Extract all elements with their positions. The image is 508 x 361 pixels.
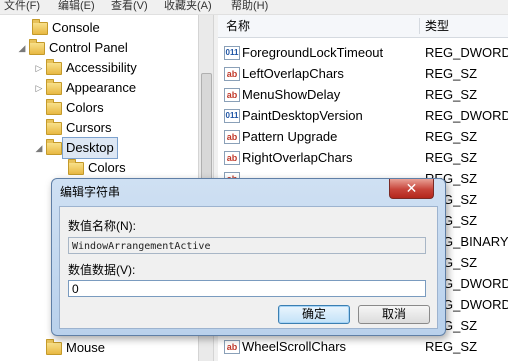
value-type: REG_DWORD xyxy=(425,45,508,60)
folder-icon xyxy=(46,139,62,155)
dialog-title: 编辑字符串 xyxy=(60,185,121,199)
string-value-icon: ab xyxy=(224,88,240,102)
tree-expander xyxy=(34,118,44,138)
value-row[interactable]: ab Pattern Upgrade REG_SZ xyxy=(218,126,508,147)
tree-item-label: Cursors xyxy=(66,120,112,135)
folder-icon xyxy=(46,99,62,115)
value-name: ForegroundLockTimeout xyxy=(242,45,384,60)
tree-item-label: Console xyxy=(52,20,100,35)
tree-item-label: Mouse xyxy=(66,340,106,355)
value-row[interactable]: ab LeftOverlapChars REG_SZ xyxy=(218,63,508,84)
value-name: Pattern Upgrade xyxy=(242,129,338,144)
menu-favorites[interactable]: 收藏夹(A) xyxy=(164,0,212,13)
tree-item-label: Colors xyxy=(66,100,104,115)
value-type: REG_SZ xyxy=(425,87,478,102)
column-header-name[interactable]: 名称 xyxy=(226,15,250,37)
tree-expander xyxy=(34,338,44,358)
value-row[interactable]: ab WheelScrollChars REG_SZ xyxy=(218,336,508,357)
value-row[interactable]: ab RightOverlapChars REG_SZ xyxy=(218,147,508,168)
value-name-label: 数值名称(N): xyxy=(68,219,136,233)
expand-arrow-icon[interactable]: ▷ xyxy=(34,78,44,98)
folder-icon xyxy=(29,39,45,55)
value-name-field: WindowArrangementActive xyxy=(68,237,426,254)
value-data-input[interactable]: 0 xyxy=(68,280,426,297)
value-name: LeftOverlapChars xyxy=(242,66,344,81)
column-header-type[interactable]: 类型 xyxy=(425,15,449,37)
menu-view[interactable]: 查看(V) xyxy=(111,0,148,13)
dword-value-icon: 011 xyxy=(224,46,240,60)
folder-icon xyxy=(46,59,62,75)
value-type: REG_SZ xyxy=(425,129,478,144)
menu-help[interactable]: 帮助(H) xyxy=(231,0,268,13)
string-value-icon: ab xyxy=(224,340,240,354)
value-data-label: 数值数据(V): xyxy=(68,263,136,277)
expand-arrow-icon[interactable]: ▷ xyxy=(34,58,44,78)
menu-bar: 文件(F) 编辑(E) 查看(V) 收藏夹(A) 帮助(H) xyxy=(0,0,508,15)
collapse-arrow-icon[interactable]: ◢ xyxy=(34,138,44,158)
value-row[interactable]: ab MenuShowDelay REG_SZ xyxy=(218,84,508,105)
dialog-body: 数值名称(N): WindowArrangementActive 数值数据(V)… xyxy=(59,206,438,329)
value-name: PaintDesktopVersion xyxy=(242,108,363,123)
value-name: MenuShowDelay xyxy=(242,87,341,102)
column-header-row: 名称 类型 xyxy=(218,15,508,38)
string-value-icon: ab xyxy=(224,67,240,81)
tree-item-label: Accessibility xyxy=(66,60,137,75)
tree-expander xyxy=(56,158,66,178)
folder-icon xyxy=(46,119,62,135)
tree-item-label: Colors xyxy=(88,160,126,175)
tree-item-label: Control Panel xyxy=(49,40,128,55)
ok-button[interactable]: 确定 xyxy=(278,305,350,324)
value-type: REG_SZ xyxy=(425,150,478,165)
value-row[interactable]: 011 ForegroundLockTimeout REG_DWORD xyxy=(218,42,508,63)
folder-icon xyxy=(46,339,62,355)
column-divider[interactable] xyxy=(419,18,420,34)
string-value-icon: ab xyxy=(224,151,240,165)
folder-icon xyxy=(68,159,84,175)
collapse-arrow-icon[interactable]: ◢ xyxy=(17,38,27,58)
value-type: REG_DWORD xyxy=(425,108,508,123)
menu-file[interactable]: 文件(F) xyxy=(4,0,40,13)
cancel-button[interactable]: 取消 xyxy=(358,305,430,324)
value-row[interactable]: 011 PaintDesktopVersion REG_DWORD xyxy=(218,105,508,126)
string-value-icon: ab xyxy=(224,130,240,144)
tree-expander[interactable] xyxy=(20,18,30,38)
close-button[interactable]: ✕ xyxy=(389,179,434,199)
tree-item-label: Appearance xyxy=(66,80,137,95)
value-type: REG_SZ xyxy=(425,339,478,354)
folder-icon xyxy=(46,79,62,95)
value-name: WheelScrollChars xyxy=(242,339,347,354)
value-type: REG_SZ xyxy=(425,66,478,81)
dword-value-icon: 011 xyxy=(224,109,240,123)
tree-item-label: Desktop xyxy=(62,137,118,159)
tree-expander xyxy=(34,98,44,118)
value-name: RightOverlapChars xyxy=(242,150,353,165)
edit-string-dialog: 编辑字符串 ✕ 数值名称(N): WindowArrangementActive… xyxy=(51,178,446,336)
menu-edit[interactable]: 编辑(E) xyxy=(58,0,95,13)
close-icon: ✕ xyxy=(405,180,418,196)
folder-icon xyxy=(32,19,48,35)
